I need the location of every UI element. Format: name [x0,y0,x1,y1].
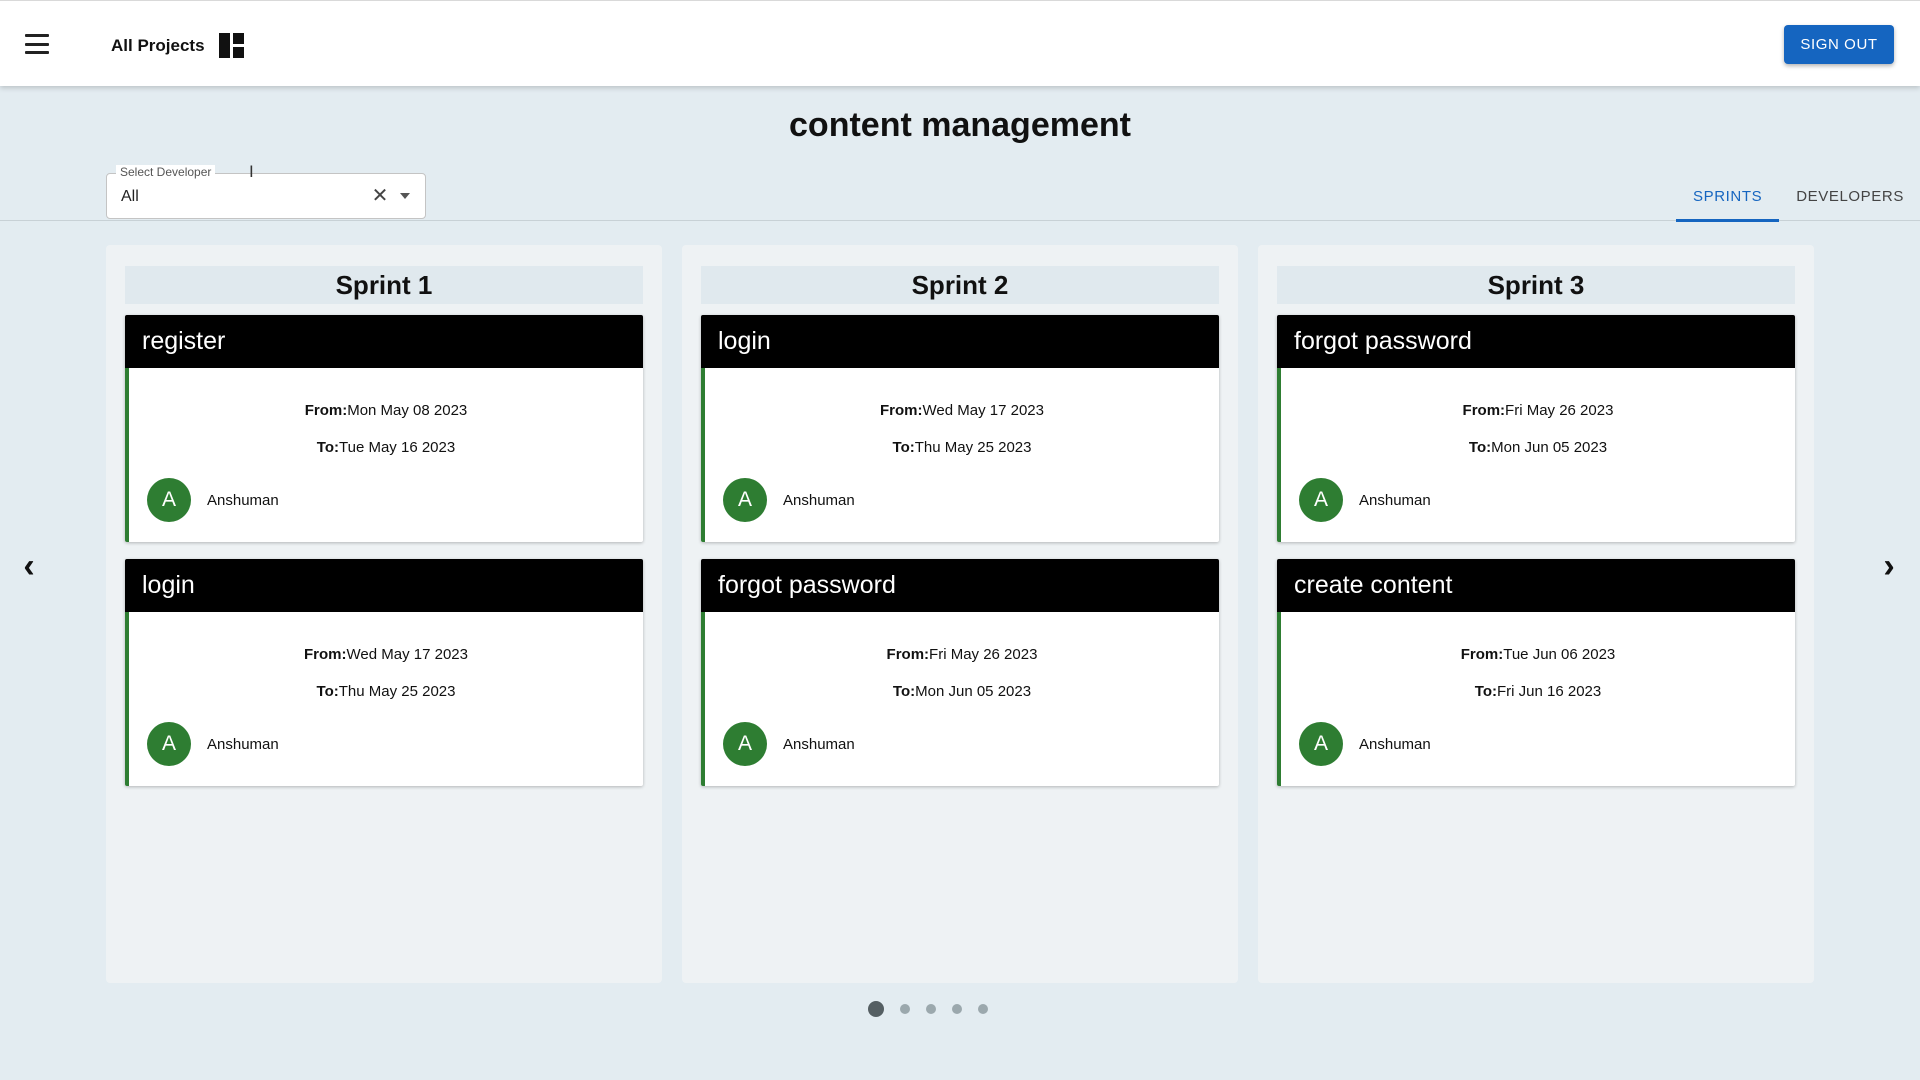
sprint-title: Sprint 1 [125,266,643,304]
task-from-date: From:Mon May 08 2023 [304,402,468,419]
sign-out-button[interactable]: SIGN OUT [1784,25,1894,64]
task-to-date: To:Fri Jun 16 2023 [1474,683,1602,700]
top-app-bar: All Projects SIGN OUT [0,0,1920,86]
carousel-dot-1[interactable] [868,1001,884,1017]
task-name: create content [1277,559,1795,612]
view-tabs: SPRINTS DEVELOPERS [1676,186,1920,222]
dashboard-icon [218,33,244,58]
developer-name: Anshuman [1359,492,1431,509]
developer-select-value: All [121,188,139,205]
task-card[interactable]: create content From:Tue Jun 06 2023 To:F… [1277,559,1795,786]
sprint-title: Sprint 3 [1277,266,1795,304]
carousel-dot-4[interactable] [952,1004,962,1014]
task-from-date: From:Wed May 17 2023 [880,402,1044,419]
task-card[interactable]: login From:Wed May 17 2023 To:Thu May 25… [125,559,643,786]
task-to-date: To:Mon Jun 05 2023 [1468,439,1608,456]
developer-name: Anshuman [1359,736,1431,753]
task-name: login [701,315,1219,368]
carousel-dot-2[interactable] [900,1004,910,1014]
avatar: A [1299,478,1343,522]
task-card[interactable]: forgot password From:Fri May 26 2023 To:… [701,559,1219,786]
developer-name: Anshuman [207,492,279,509]
sprint-column: Sprint 2 login From:Wed May 17 2023 To:T… [682,245,1238,983]
carousel-dot-3[interactable] [926,1004,936,1014]
task-body: From:Fri May 26 2023 To:Mon Jun 05 2023 … [701,612,1219,786]
developer-name: Anshuman [207,736,279,753]
task-card[interactable]: register From:Mon May 08 2023 To:Tue May… [125,315,643,542]
page-title: content management [789,106,1131,144]
sprint-column: Sprint 3 forgot password From:Fri May 26… [1258,245,1814,983]
task-from-date: From:Fri May 26 2023 [886,646,1038,663]
carousel-pagination [868,999,988,1019]
developer-select[interactable]: Select Developer All ✕ [106,165,426,219]
task-to-date: To:Mon Jun 05 2023 [892,683,1032,700]
developer-select-label: Select Developer [116,165,216,180]
close-icon[interactable]: ✕ [369,185,391,207]
sprint-title: Sprint 2 [701,266,1219,304]
task-name: login [125,559,643,612]
task-from-date: From:Fri May 26 2023 [1462,402,1614,419]
task-to-date: To:Thu May 25 2023 [316,683,456,700]
task-card[interactable]: login From:Wed May 17 2023 To:Thu May 25… [701,315,1219,542]
tab-developers[interactable]: DEVELOPERS [1779,186,1920,222]
caret-down-icon[interactable] [400,193,410,199]
tab-sprints[interactable]: SPRINTS [1676,186,1780,222]
avatar: A [147,722,191,766]
text-cursor-icon: I [249,162,254,181]
task-body: From:Mon May 08 2023 To:Tue May 16 2023 … [125,368,643,542]
task-card[interactable]: forgot password From:Fri May 26 2023 To:… [1277,315,1795,542]
task-name: register [125,315,643,368]
task-from-date: From:Tue Jun 06 2023 [1460,646,1616,663]
task-name: forgot password [1277,315,1795,368]
task-body: From:Wed May 17 2023 To:Thu May 25 2023 … [125,612,643,786]
task-to-date: To:Thu May 25 2023 [892,439,1032,456]
chevron-left-icon[interactable]: ‹ [14,549,44,583]
avatar: A [1299,722,1343,766]
tab-divider [0,220,1920,221]
chevron-right-icon[interactable]: › [1874,549,1904,583]
avatar: A [147,478,191,522]
task-body: From:Tue Jun 06 2023 To:Fri Jun 16 2023 … [1277,612,1795,786]
all-projects-link[interactable]: All Projects [111,33,244,58]
carousel-dot-5[interactable] [978,1004,988,1014]
task-name: forgot password [701,559,1219,612]
avatar: A [723,478,767,522]
task-body: From:Wed May 17 2023 To:Thu May 25 2023 … [701,368,1219,542]
hamburger-menu-icon[interactable] [22,32,52,56]
sprint-carousel: Sprint 1 register From:Mon May 08 2023 T… [106,245,1814,983]
task-to-date: To:Tue May 16 2023 [316,439,456,456]
task-body: From:Fri May 26 2023 To:Mon Jun 05 2023 … [1277,368,1795,542]
developer-name: Anshuman [783,736,855,753]
task-from-date: From:Wed May 17 2023 [304,646,468,663]
developer-name: Anshuman [783,492,855,509]
sprint-column: Sprint 1 register From:Mon May 08 2023 T… [106,245,662,983]
avatar: A [723,722,767,766]
all-projects-label: All Projects [111,35,205,55]
